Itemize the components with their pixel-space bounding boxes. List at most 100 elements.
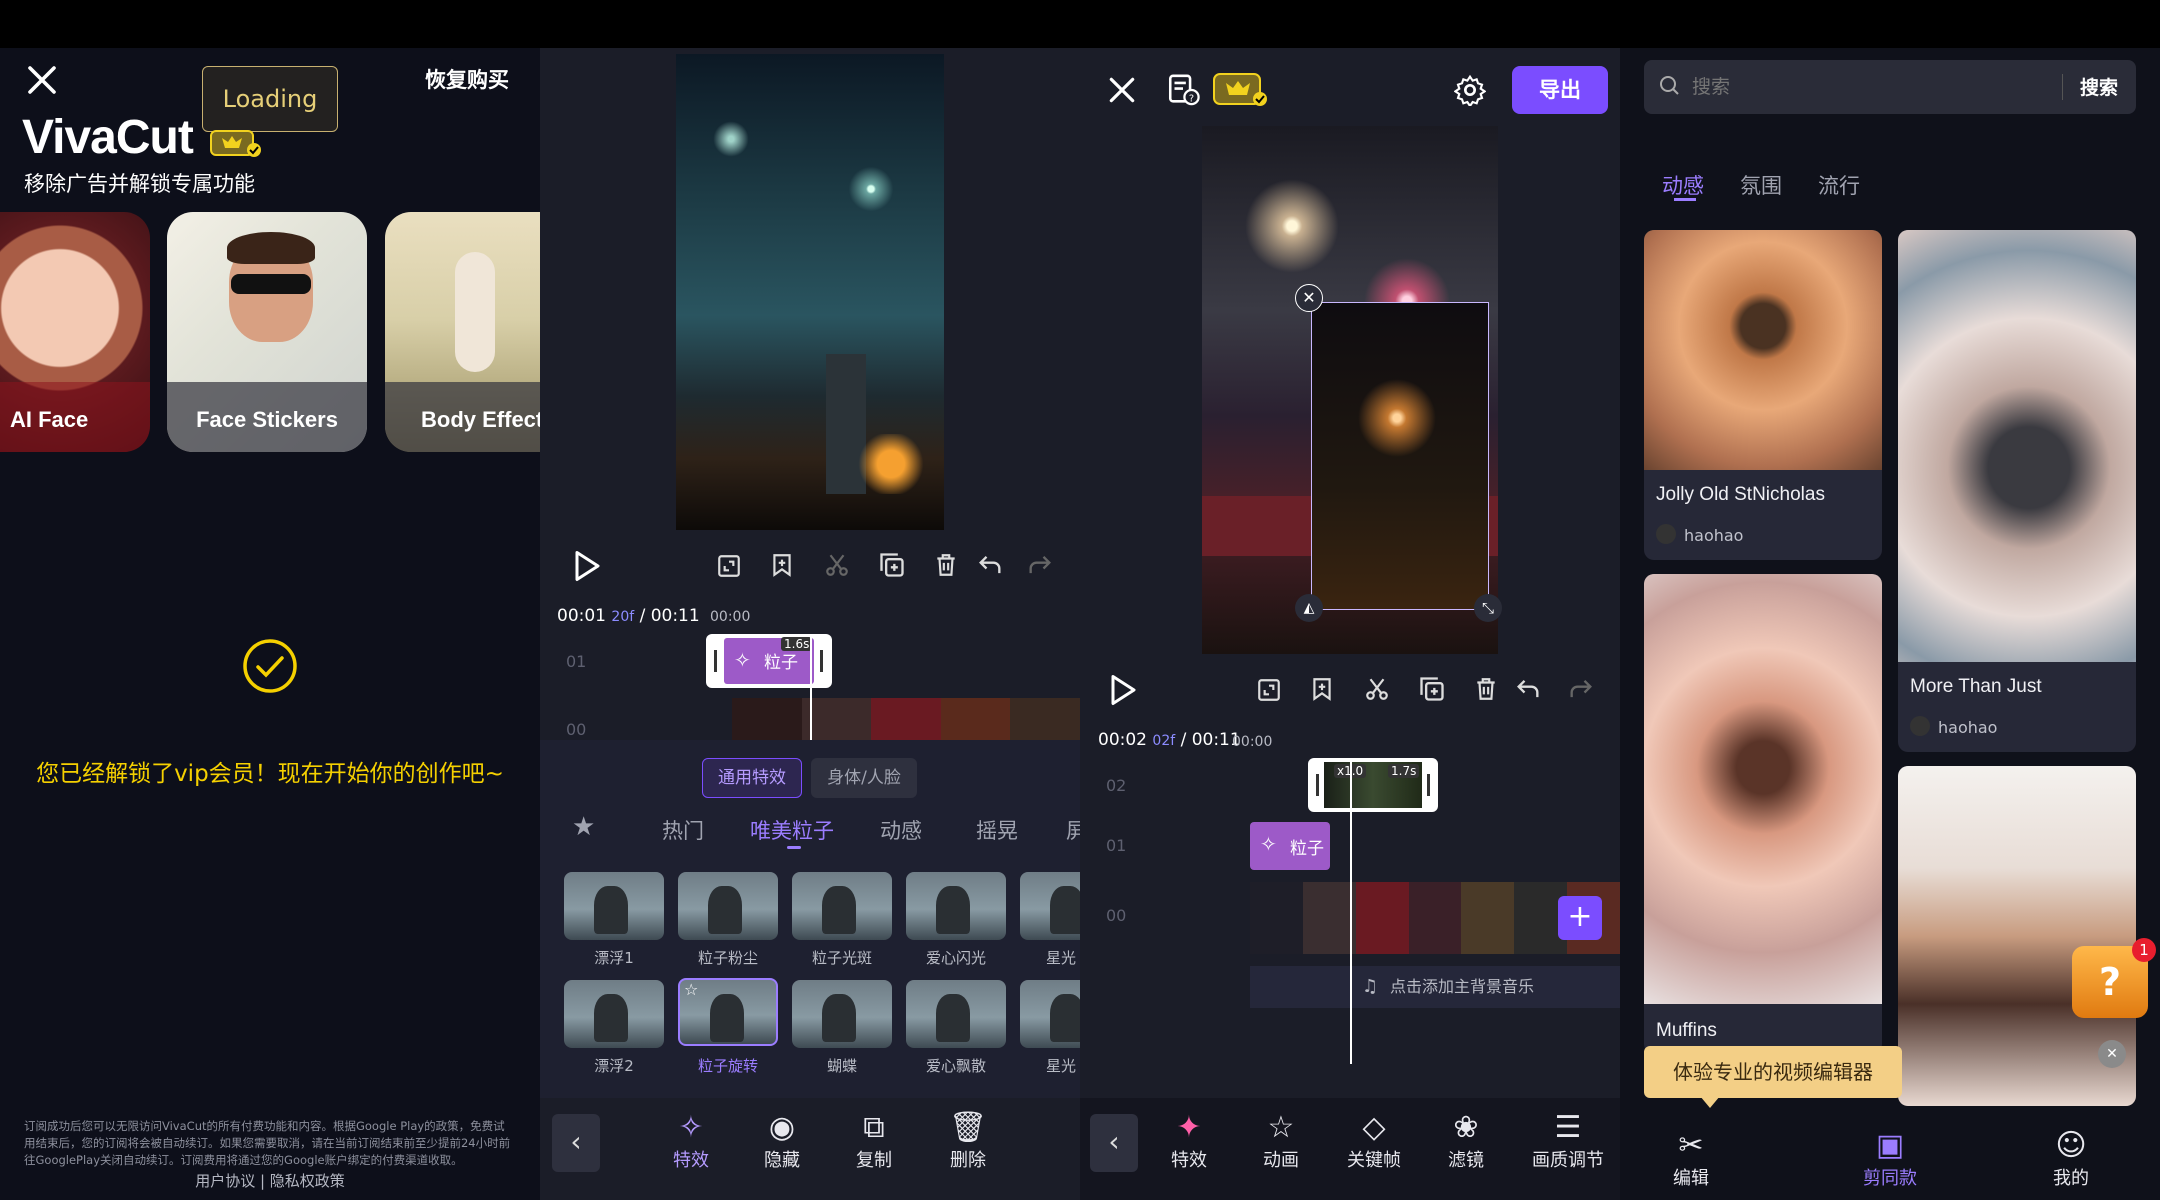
video-track[interactable] [732, 698, 1080, 740]
play-icon[interactable] [1104, 672, 1140, 708]
effect-thumb[interactable] [564, 980, 664, 1048]
promo-badge: 1 [2132, 938, 2156, 962]
back-button[interactable]: ‹ [1090, 1114, 1138, 1172]
redo-icon[interactable] [1567, 675, 1595, 703]
search-input[interactable] [1692, 70, 1992, 104]
vip-crown-icon[interactable] [1212, 72, 1268, 108]
effect-thumb[interactable] [1020, 980, 1080, 1048]
export-button[interactable]: 导出 [1512, 66, 1608, 114]
close-promo-icon[interactable]: ✕ [2098, 1040, 2126, 1068]
remove-overlay-icon[interactable]: ✕ [1295, 284, 1323, 312]
tab-body-face[interactable]: 身体/人脸 [811, 758, 917, 798]
tab-dynamic[interactable]: 动感 [1662, 170, 1704, 200]
bottom-item-copy[interactable]: ⧉ 复制 [829, 1110, 919, 1172]
close-icon[interactable] [1106, 74, 1138, 106]
bottom-item-effects[interactable]: ✦ 特效 [1144, 1110, 1234, 1172]
overlay-clip-frame[interactable] [1311, 302, 1489, 610]
bookmark-add-icon[interactable] [1309, 675, 1335, 703]
undo-icon[interactable] [976, 551, 1004, 579]
tab-atmosphere[interactable]: 氛围 [1740, 170, 1782, 200]
overlay-clip[interactable]: x1.0 1.7s [1308, 758, 1438, 812]
bottom-item-keyframe[interactable]: ◇ 关键帧 [1329, 1110, 1419, 1172]
play-icon[interactable] [568, 548, 604, 584]
legal-links[interactable]: 用户协议 | 隐私权政策 [0, 1170, 540, 1191]
subtab-hot[interactable]: 热门 [662, 815, 704, 845]
subtab-beautiful-particles[interactable]: 唯美粒子 [750, 815, 834, 845]
tab-popular[interactable]: 流行 [1818, 170, 1860, 200]
template-card[interactable]: Jolly Old StNicholas haohao [1644, 230, 1882, 560]
template-card[interactable]: Muffins [1644, 574, 1882, 1054]
nav-profile[interactable]: ☺ 我的 [2026, 1128, 2116, 1190]
feature-card-face-stickers[interactable]: Face Stickers [167, 212, 367, 452]
bookmark-add-icon[interactable] [769, 551, 795, 579]
settings-gear-icon[interactable] [1454, 74, 1486, 106]
fullscreen-icon[interactable] [716, 553, 742, 579]
bottom-item-filter[interactable]: ❀ 滤镜 [1421, 1110, 1511, 1172]
fullscreen-icon[interactable] [1256, 677, 1282, 703]
resize-handle-icon[interactable]: ⤡ [1474, 594, 1502, 622]
redo-icon[interactable] [1026, 551, 1054, 579]
effect-label: 星光 [1046, 1057, 1077, 1075]
effect-clip[interactable]: ✧ 粒子 1.6s [706, 634, 832, 688]
success-message: 您已经解锁了vip会员！现在开始你的创作吧~ [36, 761, 504, 787]
nav-templates[interactable]: ▣ 剪同款 [1845, 1128, 1935, 1190]
effect-clip-label: 粒子 [1290, 839, 1324, 859]
delete-icon[interactable] [1473, 675, 1499, 703]
template-thumbnail [1644, 574, 1882, 1004]
effect-label: 爱心闪光 [925, 949, 986, 967]
effect-thumb[interactable] [1020, 872, 1080, 940]
help-document-icon[interactable]: ? [1166, 72, 1200, 108]
template-title: Muffins [1656, 1020, 1717, 1041]
animation-icon: ☆ [1267, 1110, 1295, 1145]
feature-card-label: Body Effect [385, 382, 540, 452]
restore-purchase-link[interactable]: 恢复购买 [425, 64, 509, 94]
effect-thumb[interactable] [792, 980, 892, 1048]
flip-icon[interactable]: ◭ [1295, 594, 1323, 622]
search-button[interactable]: 搜索 [2080, 73, 2118, 100]
filter-icon: ❀ [1453, 1110, 1479, 1145]
bottom-item-quality[interactable]: ☰ 画质调节 [1515, 1110, 1620, 1172]
main-editor-panel: ? 导出 ✕ ◭ ⤡ 00:02 02f / 00:11 00:00 02 01… [1080, 0, 1620, 1200]
search-bar[interactable]: 搜索 [1644, 60, 2136, 114]
effect-clip[interactable]: ✧ 粒子 [1250, 822, 1330, 870]
effect-thumb[interactable] [906, 980, 1006, 1048]
feature-card-body-effect[interactable]: Body Effect [385, 212, 540, 452]
split-icon[interactable] [1364, 675, 1390, 703]
template-title: Jolly Old StNicholas [1656, 484, 1825, 505]
add-clip-button[interactable]: + [1558, 896, 1602, 940]
add-music-track[interactable]: ♫ 点击添加主背景音乐 [1250, 966, 1620, 1008]
time-readout: 00:02 02f / 00:11 [1098, 730, 1241, 750]
subtab-dynamic[interactable]: 动感 [880, 815, 922, 845]
template-card[interactable]: More Than Just haohao [1898, 230, 2136, 752]
feature-card-ai-face[interactable]: AI Face [0, 212, 150, 452]
subtab-shake[interactable]: 摇晃 [976, 815, 1018, 845]
effect-label: 漂浮1 [594, 949, 634, 967]
back-button[interactable]: ‹ [552, 1114, 600, 1172]
effect-thumb[interactable] [792, 872, 892, 940]
bottom-item-animation[interactable]: ☆ 动画 [1236, 1110, 1326, 1172]
bottom-item-delete[interactable]: 🗑 删除 [923, 1110, 1013, 1172]
subtab-screen[interactable]: 屏 [1066, 815, 1080, 845]
active-subtab-indicator [787, 846, 801, 849]
active-tab-indicator [1674, 198, 1696, 201]
effect-label: 粒子粉尘 [697, 949, 758, 967]
tab-general-effects[interactable]: 通用特效 [702, 758, 802, 798]
split-icon[interactable] [824, 551, 850, 579]
playhead[interactable] [810, 634, 812, 740]
effect-thumb[interactable] [906, 872, 1006, 940]
tooltip-pro-editor[interactable]: 体验专业的视频编辑器 [1644, 1046, 1902, 1098]
effect-thumb[interactable] [564, 872, 664, 940]
undo-icon[interactable] [1514, 675, 1542, 703]
favorites-star-icon[interactable]: ★ [572, 812, 595, 842]
bottom-item-effects[interactable]: ✧ 特效 [646, 1110, 736, 1172]
effect-clip-label: 粒子 [764, 653, 798, 673]
nav-edit[interactable]: ✂ 编辑 [1646, 1128, 1736, 1190]
delete-icon[interactable] [933, 551, 959, 579]
duplicate-icon[interactable] [878, 551, 906, 579]
bottom-item-hide[interactable]: ◉ 隐藏 [737, 1110, 827, 1172]
effect-thumb[interactable] [678, 872, 778, 940]
playhead[interactable] [1350, 758, 1352, 1064]
close-icon[interactable] [24, 62, 60, 98]
search-icon [1658, 74, 1682, 98]
duplicate-icon[interactable] [1418, 675, 1446, 703]
